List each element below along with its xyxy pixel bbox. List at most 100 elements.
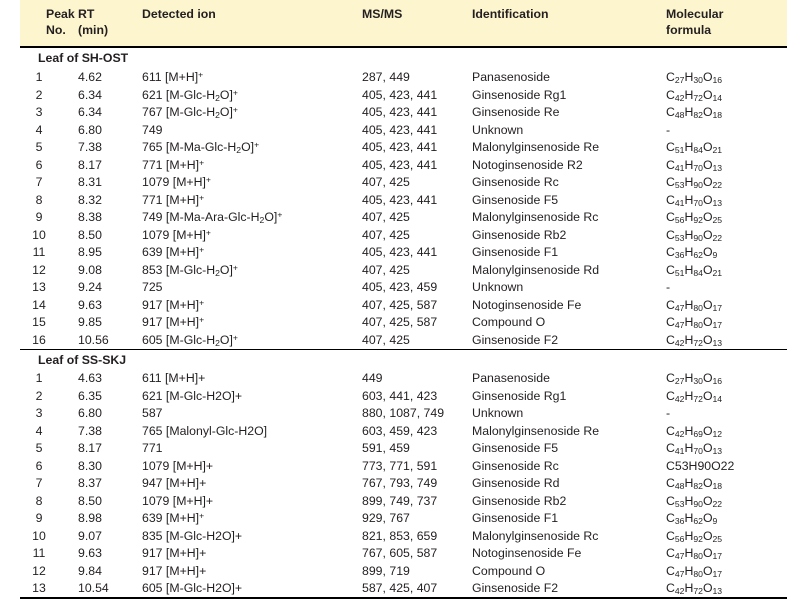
- cell-detected-ion: 771: [142, 441, 163, 456]
- cell-molecular-formula: C41H70O13: [666, 441, 723, 457]
- cell-rt: 9.24: [78, 280, 102, 295]
- cell-rt: 8.37: [78, 476, 102, 491]
- table-row: 12 9.08 853 [M-Glc-H2O]+ 407, 425 Malonylgin…: [20, 261, 787, 278]
- cell-detected-ion: 725: [142, 280, 163, 295]
- table-container: Peak No. RT (min) Detected ion MS/MS Ident…: [0, 0, 804, 607]
- cell-peak-no: 11: [32, 546, 46, 561]
- cell-identification: Malonylginsenoside Rc: [472, 210, 599, 225]
- cell-peak-no: 4: [35, 122, 43, 137]
- cell-msms: 591, 459: [362, 441, 410, 456]
- column-header-identification: Identification: [470, 0, 660, 49]
- column-header-line-2: (min): [78, 22, 109, 37]
- section-label: Leaf of SH-OST: [38, 51, 129, 66]
- cell-msms: 405, 423, 441: [362, 87, 438, 102]
- cell-peak-no: 3: [35, 105, 43, 120]
- table-row: 15 9.85 917 [M+H]+ 407, 425, 587 Compound O C…: [20, 314, 787, 331]
- cell-peak-no: 8: [35, 493, 43, 508]
- cell-identification: Ginsenoside F1: [472, 511, 559, 526]
- column-header-line-2: formula: [666, 22, 712, 37]
- table-row: 6 8.30 1079 [M+H]+ 773, 771, 591 Ginsenoside…: [20, 457, 787, 474]
- cell-molecular-formula: C53H90O22: [666, 175, 723, 191]
- cell-molecular-formula: C56H92O25: [666, 528, 723, 544]
- cell-rt: 8.50: [78, 493, 102, 508]
- cell-peak-no: 8: [35, 192, 43, 207]
- cell-msms: 880, 1087, 749: [362, 406, 445, 421]
- cell-msms: 405, 423, 459: [362, 280, 438, 295]
- cell-molecular-formula: C53H90O22: [666, 227, 723, 243]
- column-header-line-1: RT: [78, 7, 95, 21]
- cell-identification: Compound O: [472, 315, 546, 330]
- cell-identification: Ginsenoside Rd: [472, 476, 560, 491]
- cell-identification: Notoginsenoside R2: [472, 157, 583, 172]
- cell-msms: 405, 423, 441: [362, 245, 438, 260]
- cell-molecular-formula: C47H80O17: [666, 297, 723, 313]
- cell-detected-ion: 917 [M+H]+: [142, 546, 207, 561]
- cell-rt: 6.80: [78, 406, 102, 421]
- cell-rt: 9.84: [78, 563, 102, 578]
- cell-identification: Ginsenoside F5: [472, 441, 559, 456]
- cell-detected-ion: 835 [M-Glc-H2O]+: [142, 528, 243, 543]
- cell-detected-ion: 1079 [M+H]+: [142, 227, 211, 242]
- cell-peak-no: 2: [35, 388, 43, 403]
- column-header-line-1: Detected ion: [142, 7, 216, 21]
- cell-peak-no: 1: [35, 70, 43, 85]
- table-row: 8 8.32 771 [M+H]+ 405, 423, 441 Ginsenoside …: [20, 191, 787, 208]
- cell-msms: 287, 449: [362, 70, 410, 85]
- cell-msms: 603, 441, 423: [362, 388, 438, 403]
- cell-molecular-formula: C51H84O21: [666, 262, 723, 278]
- table-body: Leaf of SH-OST 1 4.62 611 [M+H]+ 287, 449 Pan…: [20, 47, 787, 601]
- column-header-rt: RT (min): [76, 0, 136, 49]
- cell-rt: 6.35: [78, 388, 102, 403]
- column-header-msms: MS/MS: [360, 0, 470, 49]
- cell-peak-no: 13: [32, 280, 46, 295]
- cell-msms: 767, 793, 749: [362, 476, 438, 491]
- cell-detected-ion: 767 [M-Glc-H2O]+: [142, 104, 238, 121]
- table-row: 9 8.98 639 [M+H]+ 929, 767 Ginsenoside F1 C36…: [20, 510, 787, 527]
- cell-rt: 9.63: [78, 297, 102, 312]
- cell-msms: 405, 423, 441: [362, 192, 438, 207]
- column-header-molecular-formula: Molecular formula: [660, 0, 787, 49]
- cell-rt: 9.85: [78, 315, 102, 330]
- cell-rt: 8.17: [78, 441, 102, 456]
- cell-molecular-formula: C53H90O22: [666, 458, 735, 473]
- cell-peak-no: 14: [32, 297, 46, 312]
- cell-peak-no: 7: [35, 476, 43, 491]
- cell-detected-ion: 1079 [M+H]+: [142, 493, 214, 508]
- cell-molecular-formula: -: [666, 280, 671, 295]
- cell-peak-no: 13: [32, 581, 46, 596]
- cell-rt: 8.50: [78, 227, 102, 242]
- table-row: 12 9.84 917 [M+H]+ 899, 719 Compound O C47H80…: [20, 562, 787, 579]
- cell-identification: Ginsenoside F2: [472, 332, 559, 347]
- cell-molecular-formula: C48H82O18: [666, 105, 723, 121]
- table-row: 14 9.63 917 [M+H]+ 407, 425, 587 Notoginseno…: [20, 296, 787, 313]
- cell-rt: 7.38: [78, 423, 102, 438]
- cell-detected-ion: 1079 [M+H]+: [142, 174, 211, 190]
- cell-detected-ion: 639 [M+H]+: [142, 244, 205, 260]
- cell-msms: 405, 423, 441: [362, 157, 438, 172]
- compound-identification-table: Peak No. RT (min) Detected ion MS/MS Ident…: [20, 0, 787, 601]
- cell-peak-no: 1: [35, 371, 43, 386]
- cell-molecular-formula: C47H80O17: [666, 563, 723, 579]
- cell-identification: Malonylginsenoside Rc: [472, 528, 599, 543]
- cell-msms: 587, 425, 407: [362, 581, 438, 596]
- cell-peak-no: 6: [35, 157, 43, 172]
- cell-molecular-formula: C42H72O14: [666, 87, 723, 103]
- cell-detected-ion: 639 [M+H]+: [142, 510, 205, 526]
- table-row: 11 8.95 639 [M+H]+ 405, 423, 441 Ginsenoside…: [20, 244, 787, 261]
- cell-identification: Malonylginsenoside Re: [472, 423, 600, 438]
- table-row: 2 6.34 621 [M-Glc-H2O]+ 405, 423, 441 Ginsen…: [20, 86, 787, 103]
- cell-detected-ion: 621 [M-Glc-H2O]+: [142, 87, 238, 103]
- cell-detected-ion: 765 [Malonyl-Glc-H2O]: [142, 423, 268, 438]
- table-row: 13 9.24 725 405, 423, 459 Unknown -: [20, 279, 787, 296]
- cell-identification: Compound O: [472, 563, 546, 578]
- table-row: 10 8.50 1079 [M+H]+ 407, 425 Ginsenoside Rb2…: [20, 226, 787, 243]
- cell-peak-no: 10: [32, 528, 46, 543]
- cell-rt: 8.38: [78, 210, 102, 225]
- cell-peak-no: 15: [32, 315, 46, 330]
- cell-detected-ion: 749 [M-Ma-Ara-Glc-H2O]+: [142, 209, 283, 226]
- column-header-detected-ion: Detected ion: [136, 0, 360, 49]
- cell-identification: Unknown: [472, 122, 524, 137]
- table-header: Peak No. RT (min) Detected ion MS/MS Ident…: [20, 0, 787, 49]
- cell-rt: 9.08: [78, 262, 102, 277]
- cell-detected-ion: 1079 [M+H]+: [142, 458, 214, 473]
